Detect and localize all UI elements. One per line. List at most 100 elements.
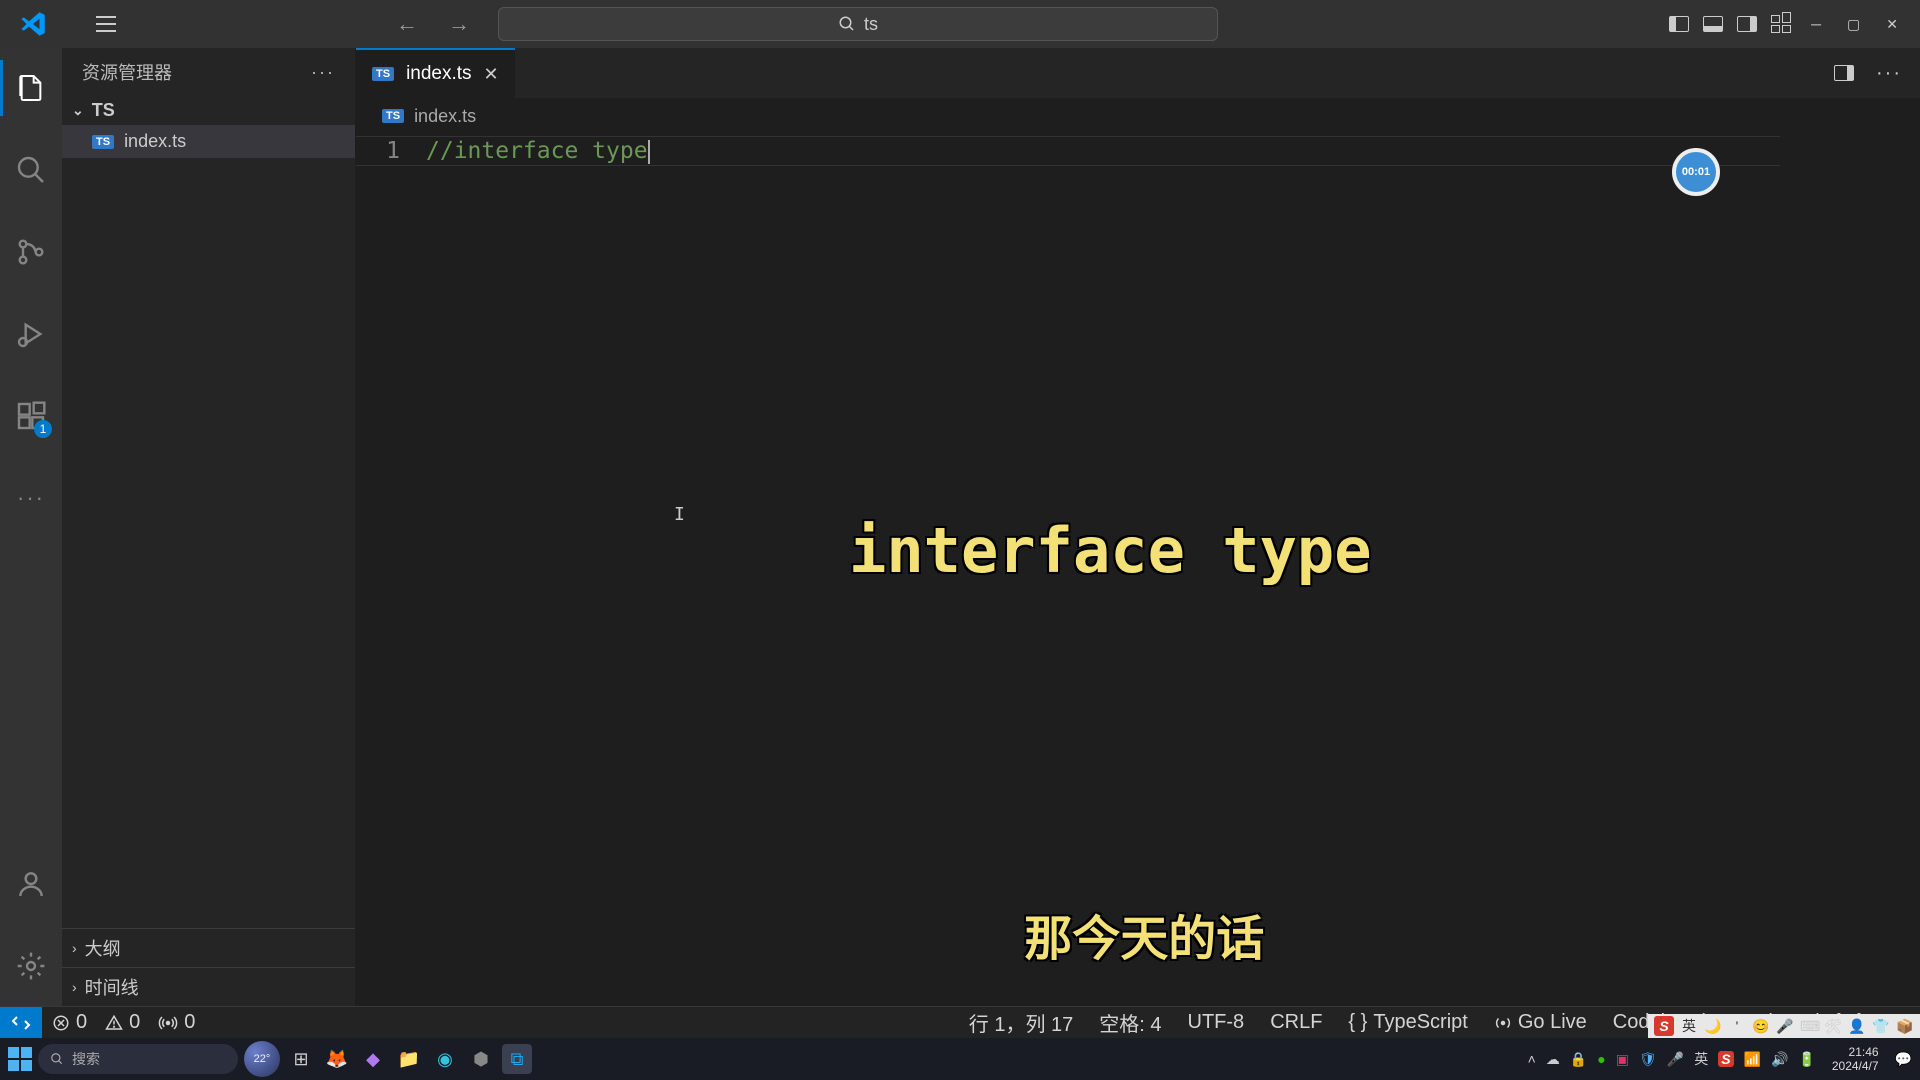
firefox-icon[interactable]: 🦊 xyxy=(322,1044,352,1074)
search-text: ts xyxy=(864,14,878,35)
status-warnings[interactable]: 0 xyxy=(105,1011,140,1034)
weather-widget[interactable]: 22° xyxy=(244,1041,280,1077)
extensions-icon[interactable]: 1 xyxy=(0,388,62,444)
settings-icon[interactable] xyxy=(0,938,62,994)
status-eol[interactable]: CRLF xyxy=(1270,1011,1322,1034)
editor-area: TS index.ts ✕ ··· TS index.ts 1 //interf… xyxy=(356,48,1920,1006)
broadcast-icon xyxy=(1494,1014,1512,1032)
tray-app-icon[interactable]: ▣ xyxy=(1616,1051,1629,1068)
ime-moon-icon[interactable]: 🌙 xyxy=(1704,1018,1722,1035)
status-errors[interactable]: 0 xyxy=(52,1011,87,1034)
close-button[interactable]: ✕ xyxy=(1880,16,1904,33)
golive-label: Go Live xyxy=(1518,1011,1587,1034)
status-golive[interactable]: Go Live xyxy=(1494,1011,1587,1034)
tray-wechat-icon[interactable]: ● xyxy=(1597,1051,1605,1067)
debug-icon[interactable] xyxy=(0,306,62,362)
tray-battery-icon[interactable]: 🔋 xyxy=(1798,1051,1815,1068)
tray-cloud-icon[interactable]: ☁ xyxy=(1546,1051,1560,1068)
file-name: index.ts xyxy=(124,131,186,152)
titlebar: ← → ts ─ ▢ ✕ xyxy=(0,0,1920,48)
ime-skin-icon[interactable]: 👕 xyxy=(1872,1018,1890,1035)
close-tab-icon[interactable]: ✕ xyxy=(484,64,499,85)
clock-time: 21:46 xyxy=(1832,1045,1879,1059)
ime-box-icon[interactable]: 📦 xyxy=(1896,1018,1914,1035)
minimize-button[interactable]: ─ xyxy=(1805,16,1827,32)
tray-volume-icon[interactable]: 🔊 xyxy=(1771,1051,1788,1068)
sidebar-title: 资源管理器 xyxy=(82,59,172,85)
edge-icon[interactable]: ◉ xyxy=(430,1044,460,1074)
taskbar-search[interactable]: 搜索 xyxy=(38,1044,238,1074)
split-editor-icon[interactable] xyxy=(1834,65,1854,81)
status-encoding[interactable]: UTF-8 xyxy=(1188,1011,1245,1034)
account-icon[interactable] xyxy=(0,856,62,912)
tray-mic-icon[interactable]: 🎤 xyxy=(1667,1051,1684,1068)
source-control-icon[interactable] xyxy=(0,224,62,280)
ime-user-icon[interactable]: 👤 xyxy=(1848,1018,1866,1035)
status-spaces[interactable]: 空格: 4 xyxy=(1099,1008,1161,1037)
editor-more-icon[interactable]: ··· xyxy=(1876,62,1902,85)
start-button[interactable] xyxy=(8,1047,32,1071)
status-language[interactable]: { } TypeScript xyxy=(1348,1011,1467,1034)
breadcrumb-file: index.ts xyxy=(414,106,476,127)
layout-left-icon[interactable] xyxy=(1669,16,1689,32)
tray-lock-icon[interactable]: 🔒 xyxy=(1570,1051,1587,1068)
ime-comma-icon[interactable]: ' xyxy=(1728,1018,1746,1034)
breadcrumb[interactable]: TS index.ts xyxy=(356,98,1920,134)
file-explorer-icon[interactable]: 📁 xyxy=(394,1044,424,1074)
sidebar-more-icon[interactable]: ··· xyxy=(311,62,335,83)
vscode-taskbar-icon[interactable]: ⧉ xyxy=(502,1044,532,1074)
layout-right-icon[interactable] xyxy=(1737,16,1757,32)
visualstudio-icon[interactable]: ◆ xyxy=(358,1044,388,1074)
file-row[interactable]: TS index.ts xyxy=(62,125,355,158)
overlay-title: interface type xyxy=(849,514,1372,587)
tray-lang[interactable]: 英 xyxy=(1694,1049,1708,1069)
layout-bottom-icon[interactable] xyxy=(1703,16,1723,32)
port-count: 0 xyxy=(184,1011,195,1034)
ime-smile-icon[interactable]: 😊 xyxy=(1752,1018,1770,1035)
system-tray: ˄ ☁ 🔒 ● ▣ 🛡 🎤 英 S 📶 🔊 🔋 21:46 2024/4/7 💬 xyxy=(1528,1045,1912,1074)
tray-chevron-icon[interactable]: ˄ xyxy=(1528,1051,1536,1067)
tray-notification-icon[interactable]: 💬 xyxy=(1895,1051,1912,1068)
error-icon xyxy=(52,1014,70,1032)
app-icon[interactable]: ⬢ xyxy=(466,1044,496,1074)
layout-grid-icon[interactable] xyxy=(1771,15,1791,33)
ime-lang[interactable]: 英 xyxy=(1680,1016,1698,1036)
language-label: TypeScript xyxy=(1373,1011,1467,1034)
ime-mic-icon[interactable]: 🎤 xyxy=(1776,1018,1794,1035)
tray-sogou-icon[interactable]: S xyxy=(1718,1051,1733,1067)
search-bar[interactable]: ts xyxy=(498,7,1218,41)
tab-label: index.ts xyxy=(406,63,471,85)
ime-tool-icon[interactable]: 🛠 xyxy=(1824,1018,1842,1035)
ime-keyboard-icon[interactable]: ⌨ xyxy=(1800,1018,1818,1035)
status-cursor-pos[interactable]: 行 1，列 17 xyxy=(969,1008,1073,1037)
sogou-ime-icon[interactable]: S xyxy=(1654,1016,1674,1036)
task-view-icon[interactable]: ⊞ xyxy=(286,1044,316,1074)
line-number: 1 xyxy=(356,134,426,1006)
extensions-badge: 1 xyxy=(34,420,52,438)
remote-icon[interactable] xyxy=(0,1007,42,1039)
vscode-logo-icon xyxy=(20,11,46,37)
search-icon xyxy=(838,15,856,33)
taskbar-clock[interactable]: 21:46 2024/4/7 xyxy=(1826,1045,1885,1074)
nav-forward-icon[interactable]: → xyxy=(448,11,470,37)
outline-section[interactable]: › 大纲 xyxy=(62,928,355,967)
search-activity-icon[interactable] xyxy=(0,142,62,198)
nav-back-icon[interactable]: ← xyxy=(396,11,418,37)
folder-row[interactable]: ⌄ TS xyxy=(62,96,355,125)
sidebar-header: 资源管理器 ··· xyxy=(62,48,355,96)
tray-wifi-icon[interactable]: 📶 xyxy=(1744,1051,1761,1068)
status-ports[interactable]: 0 xyxy=(158,1011,195,1034)
antenna-icon xyxy=(158,1014,178,1032)
code-area[interactable]: 1 //interface type I interface type 那今天的… xyxy=(356,134,1920,1006)
explorer-icon[interactable] xyxy=(0,60,62,116)
editor-tab[interactable]: TS index.ts ✕ xyxy=(356,48,515,98)
outline-label: 大纲 xyxy=(85,935,121,961)
timeline-section[interactable]: › 时间线 xyxy=(62,967,355,1006)
more-activity-icon[interactable]: ··· xyxy=(0,470,62,526)
error-count: 0 xyxy=(76,1011,87,1034)
taskbar-search-placeholder: 搜索 xyxy=(72,1049,100,1069)
tray-defender-icon[interactable]: 🛡 xyxy=(1639,1051,1657,1068)
maximize-button[interactable]: ▢ xyxy=(1841,16,1866,33)
ime-toolbar[interactable]: S 英 🌙 ' 😊 🎤 ⌨ 🛠 👤 👕 📦 xyxy=(1648,1014,1920,1038)
menu-icon[interactable] xyxy=(96,16,116,32)
